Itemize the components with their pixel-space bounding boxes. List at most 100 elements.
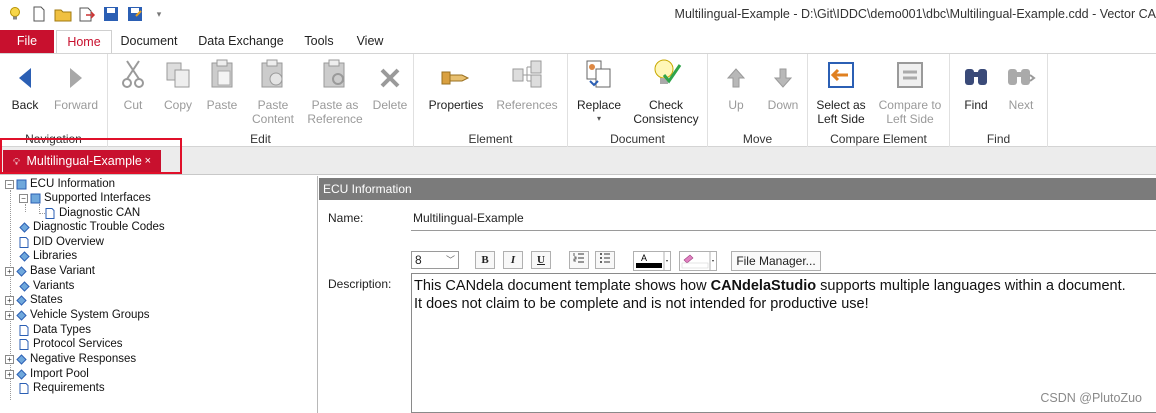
find-button[interactable]: Find <box>958 58 994 112</box>
expand-icon[interactable]: + <box>5 354 14 364</box>
numbered-list-icon <box>573 253 585 267</box>
select-left-icon <box>827 61 855 92</box>
font-color-button[interactable]: A <box>633 251 671 271</box>
expand-icon[interactable]: + <box>5 369 14 379</box>
ribbon: Back Forward Navigation Cut Copy Paste P… <box>0 53 1156 148</box>
ribbon-group-edit: Cut Copy Paste Paste Content Paste as Re… <box>108 54 414 148</box>
copy-button[interactable]: Copy <box>158 58 198 112</box>
forward-label: Forward <box>53 98 98 112</box>
file-manager-button[interactable]: File Manager... <box>731 251 821 271</box>
tree-item-diagnostic-can[interactable]: Diagnostic CAN <box>44 206 140 220</box>
tree-item-supported-interfaces[interactable]: − Supported Interfaces <box>19 191 151 205</box>
compare-to-left-side-button[interactable]: Compare to Left Side <box>876 58 944 126</box>
document-icon <box>44 207 56 219</box>
collapse-icon[interactable]: − <box>19 193 28 203</box>
diamond-icon <box>15 368 27 380</box>
expand-icon[interactable]: + <box>5 295 14 305</box>
tab-file[interactable]: File <box>0 30 54 53</box>
customize-dropdown-icon[interactable]: ▾ <box>150 5 168 23</box>
cut-button[interactable]: Cut <box>116 58 150 112</box>
copy-icon <box>165 61 191 92</box>
description-line-2: It does not claim to be complete and is … <box>414 296 869 312</box>
numbered-list-button[interactable] <box>569 251 589 269</box>
highlight-color-button[interactable] <box>679 251 717 271</box>
new-document-icon[interactable] <box>30 5 48 23</box>
paste-as-reference-button[interactable]: Paste as Reference <box>304 58 366 126</box>
tree-item-states[interactable]: + States <box>5 293 63 307</box>
tab-view[interactable]: View <box>348 30 392 53</box>
tab-tools[interactable]: Tools <box>298 30 340 53</box>
delete-x-icon <box>379 67 401 92</box>
paste-content-button[interactable]: Paste Content <box>248 58 298 126</box>
properties-button[interactable]: Properties <box>426 58 486 112</box>
font-size-select[interactable]: 8 ﹀ <box>411 251 459 269</box>
move-down-button[interactable]: Down <box>762 58 804 112</box>
delete-button[interactable]: Delete <box>370 58 410 112</box>
tab-document[interactable]: Document <box>116 30 182 53</box>
back-button[interactable]: Back <box>6 58 44 112</box>
select-left-side-button[interactable]: Select as Left Side <box>812 58 870 126</box>
binoculars-icon <box>963 65 989 92</box>
document-icon <box>18 324 30 336</box>
title-bar: ▾ Multilingual-Example - D:\Git\IDDC\dem… <box>0 0 1156 30</box>
expand-icon[interactable]: + <box>5 266 14 276</box>
expand-icon[interactable]: + <box>5 310 14 320</box>
find-next-button[interactable]: Next <box>1002 58 1040 112</box>
references-button[interactable]: References <box>494 58 560 112</box>
diamond-icon <box>15 309 27 321</box>
tree-item-requirements[interactable]: Requirements <box>18 381 105 395</box>
move-up-button[interactable]: Up <box>716 58 756 112</box>
watermark: CSDN @PlutoZuo <box>1040 391 1142 405</box>
properties-icon <box>440 67 472 92</box>
tree-item-vehicle-system-groups[interactable]: + Vehicle System Groups <box>5 308 150 322</box>
find-next-label: Next <box>1008 98 1034 112</box>
binoculars-next-icon <box>1006 65 1036 92</box>
check-consistency-button[interactable]: Check Consistency <box>630 58 702 126</box>
save-as-icon[interactable] <box>126 5 144 23</box>
underline-button[interactable]: U <box>531 251 551 269</box>
replace-dropdown-icon[interactable]: ▾ <box>574 112 624 126</box>
ribbon-group-find: Find Next Find <box>950 54 1048 148</box>
tree-item-did-overview[interactable]: DID Overview <box>18 235 104 249</box>
bullet-list-button[interactable] <box>595 251 615 269</box>
arrow-up-icon <box>726 67 746 92</box>
tree-guide-line <box>25 204 26 212</box>
import-icon[interactable] <box>78 5 96 23</box>
tree-item-ecu-information[interactable]: − ECU Information <box>5 177 115 191</box>
interface-icon <box>29 192 41 204</box>
forward-arrow-icon <box>68 67 84 92</box>
italic-button[interactable]: I <box>503 251 523 269</box>
replace-icon <box>584 59 614 92</box>
compare-label-2: Left Side <box>886 112 934 126</box>
select-left-label-1: Select as <box>816 98 866 112</box>
replace-button[interactable]: Replace ▾ <box>574 58 624 126</box>
name-field[interactable]: Multilingual-Example <box>411 209 1156 231</box>
forward-button[interactable]: Forward <box>50 58 102 112</box>
copy-label: Copy <box>163 98 192 112</box>
tree-item-variants[interactable]: Variants <box>18 279 74 293</box>
open-folder-icon[interactable] <box>54 5 72 23</box>
tab-home[interactable]: Home <box>56 30 112 53</box>
collapse-icon[interactable]: − <box>5 179 14 189</box>
save-icon[interactable] <box>102 5 120 23</box>
tree-item-libraries[interactable]: Libraries <box>18 249 77 263</box>
tree-item-base-variant[interactable]: + Base Variant <box>5 264 95 278</box>
bold-button[interactable]: B <box>475 251 495 269</box>
bulb-icon[interactable] <box>6 5 24 23</box>
paste-reference-label-1: Paste as <box>311 98 359 112</box>
tab-data-exchange[interactable]: Data Exchange <box>192 30 290 53</box>
paste-reference-label-2: Reference <box>307 112 363 126</box>
name-label: Name: <box>328 211 364 225</box>
svg-text:A: A <box>641 253 647 263</box>
tree-item-diagnostic-trouble-codes[interactable]: Diagnostic Trouble Codes <box>18 220 165 234</box>
compare-icon <box>896 61 924 92</box>
references-label: References <box>496 98 558 112</box>
back-arrow-icon <box>17 67 33 92</box>
tree-item-protocol-services[interactable]: Protocol Services <box>18 337 122 351</box>
clipboard-icon <box>210 59 234 92</box>
tree-item-data-types[interactable]: Data Types <box>18 323 91 337</box>
tree-item-negative-responses[interactable]: + Negative Responses <box>5 352 136 366</box>
paste-button[interactable]: Paste <box>202 58 242 112</box>
tree-item-import-pool[interactable]: + Import Pool <box>5 367 89 381</box>
move-up-label: Up <box>728 98 744 112</box>
